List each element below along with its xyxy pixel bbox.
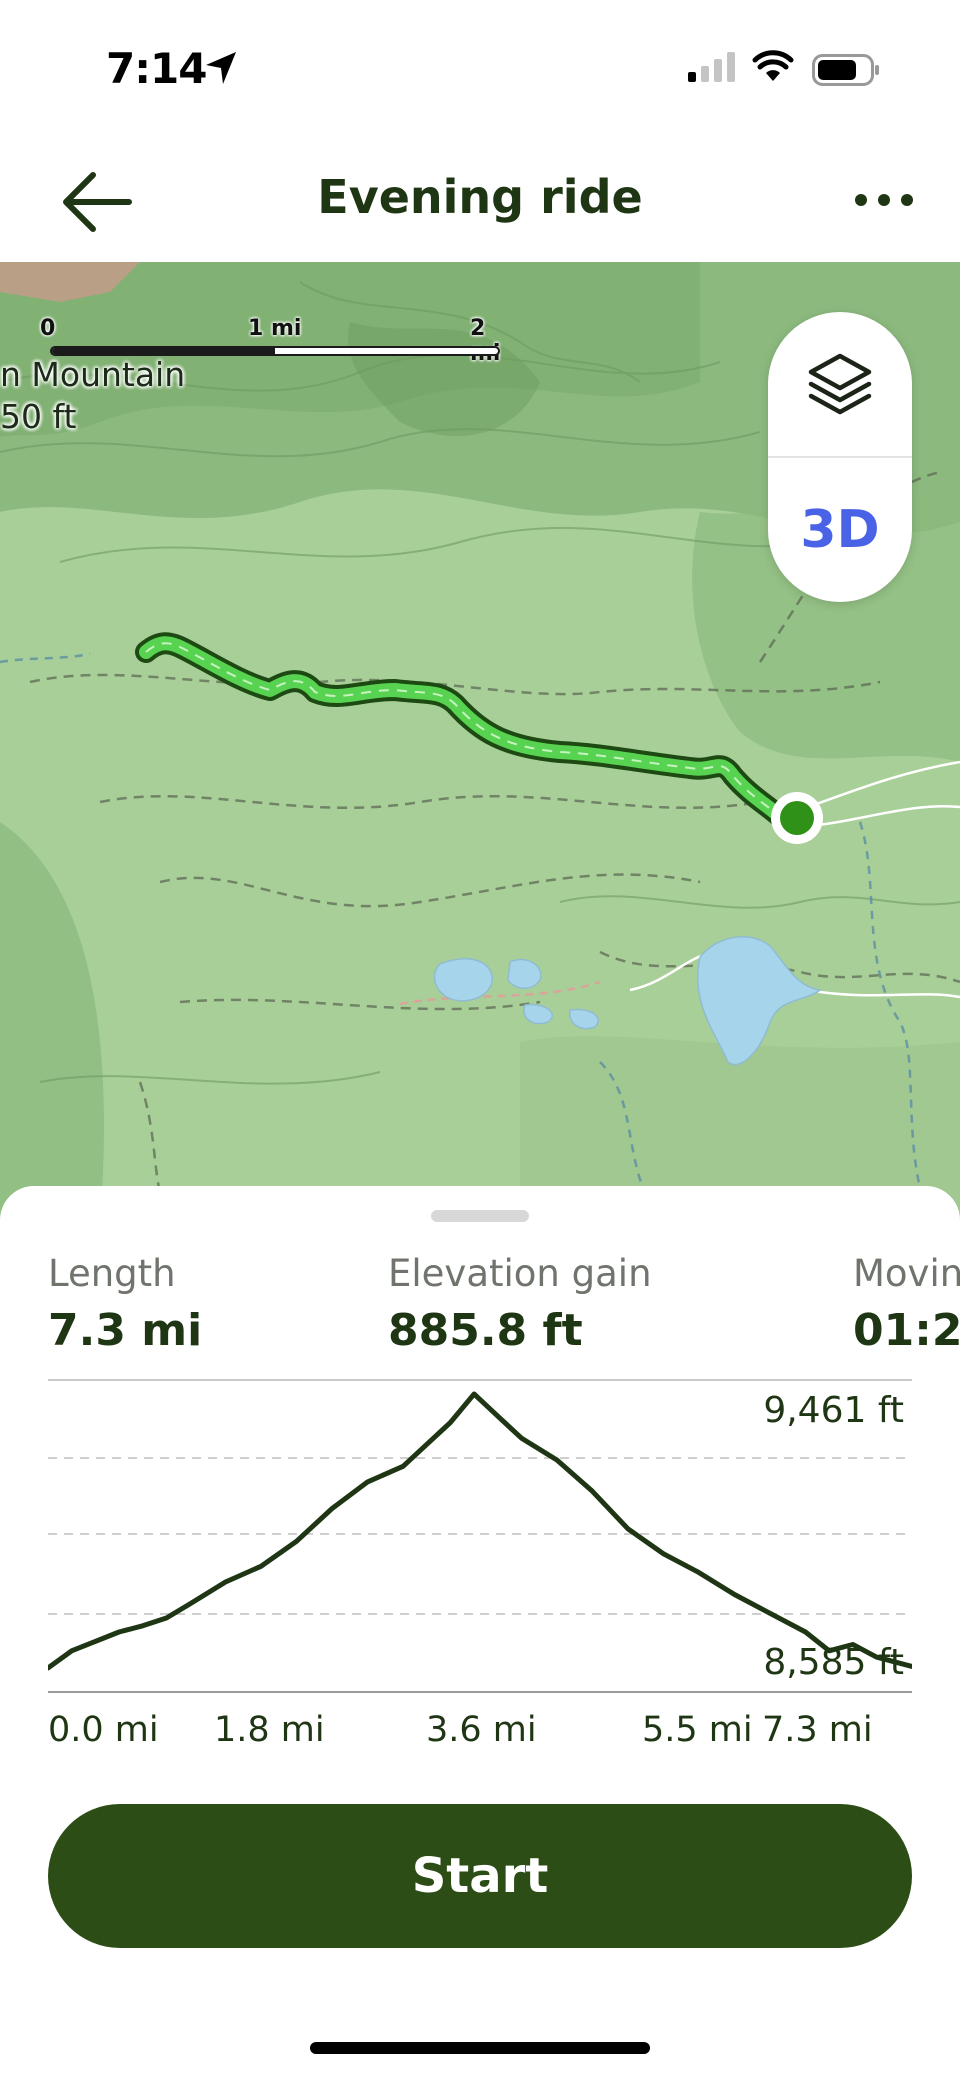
location-arrow-icon: [204, 50, 238, 90]
stat-value: 7.3 mi: [48, 1305, 203, 1356]
x-tick-label: 0.0 mi: [48, 1710, 159, 1750]
stat-label: Elevation gain: [388, 1252, 652, 1295]
map-view[interactable]: 0 1 mi 2 mi n Mountain 50 ft 3D: [0, 262, 960, 1222]
sheet-grabber[interactable]: [431, 1210, 529, 1222]
x-tick-label: 3.6 mi: [426, 1710, 537, 1750]
header: Evening ride: [0, 140, 960, 262]
stat-moving-time: Movin 01:28: [853, 1252, 960, 1356]
page-title: Evening ride: [317, 170, 643, 224]
scale-label-zero: 0: [40, 316, 56, 341]
battery-icon: [812, 54, 880, 90]
bottom-sheet: Length 7.3 mi Elevation gain 885.8 ft Mo…: [0, 1186, 960, 2079]
home-indicator: [310, 2042, 650, 2054]
elevation-line: [48, 1391, 912, 1671]
stat-value: 885.8 ft: [388, 1305, 583, 1356]
status-time: 7:14: [106, 44, 207, 93]
scale-label-two: 2 mi: [470, 316, 500, 366]
scale-label-one: 1 mi: [248, 316, 302, 341]
layers-icon: [808, 353, 872, 415]
elevation-profile-chart[interactable]: 9,461 ft 8,585 ft 0.0 mi 1.8 mi 3.6 mi 5…: [48, 1378, 912, 1758]
stat-elevation-gain: Elevation gain 885.8 ft: [388, 1252, 652, 1356]
map-scale-bar: 0 1 mi 2 mi: [40, 316, 510, 366]
peak-label: n Mountain 50 ft: [0, 354, 185, 438]
wifi-icon: [752, 50, 794, 86]
more-dots-icon: [855, 194, 913, 206]
cellular-signal-icon: [688, 52, 736, 86]
elevation-max-label: 9,461 ft: [763, 1390, 904, 1431]
map-layers-button[interactable]: [768, 312, 912, 456]
peak-elevation: 50 ft: [0, 397, 77, 436]
more-options-button[interactable]: [844, 170, 924, 230]
map-controls: 3D: [768, 312, 912, 602]
stat-length: Length 7.3 mi: [48, 1252, 202, 1356]
status-bar: 7:14: [0, 0, 960, 140]
start-button[interactable]: Start: [48, 1804, 912, 1948]
stat-value: 01:28: [853, 1305, 960, 1356]
stat-label: Length: [48, 1252, 176, 1295]
x-tick-label: 7.3 mi: [762, 1710, 873, 1750]
elevation-min-label: 8,585 ft: [763, 1642, 904, 1683]
x-tick-label: 1.8 mi: [214, 1710, 325, 1750]
toggle-3d-button[interactable]: 3D: [768, 458, 912, 602]
x-tick-label: 5.5 mi: [642, 1710, 753, 1750]
peak-name: n Mountain: [0, 355, 186, 394]
stat-label: Movin: [853, 1252, 960, 1295]
